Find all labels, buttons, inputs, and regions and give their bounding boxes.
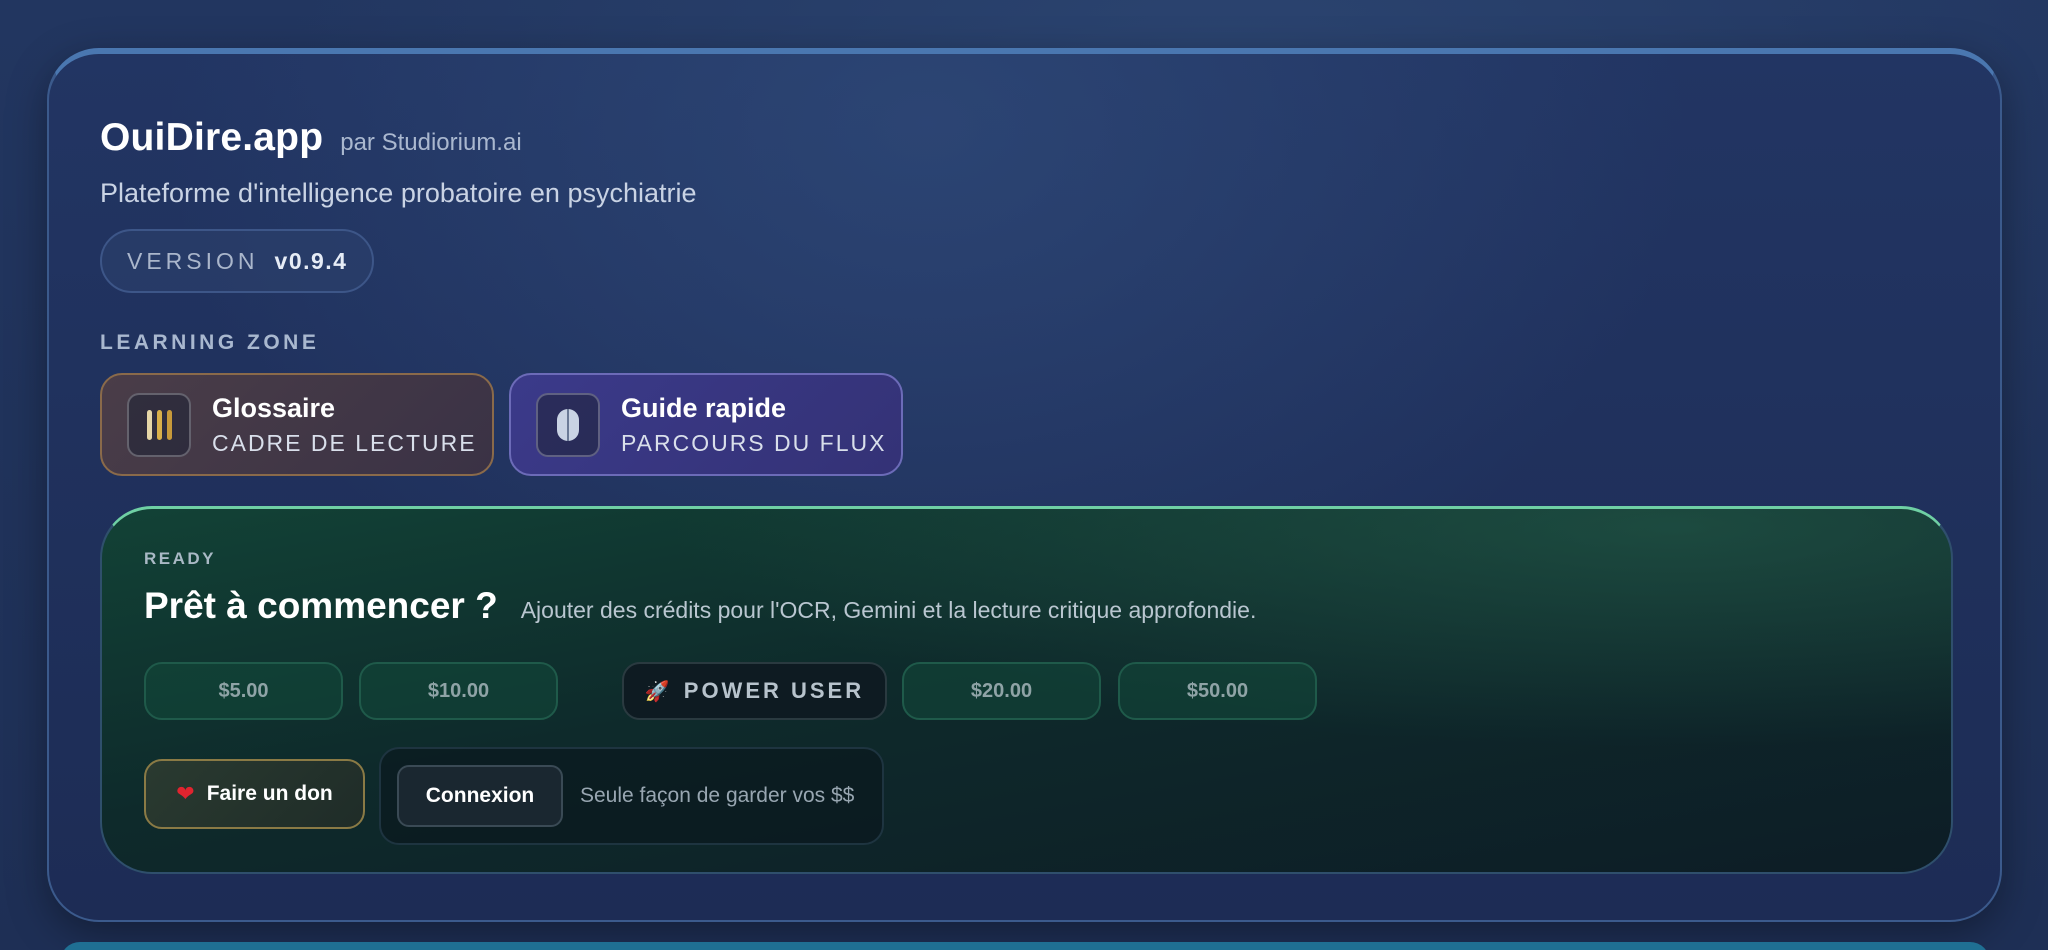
main-card: OuiDire.app par Studiorium.ai Plateforme…	[47, 48, 2002, 922]
quick-guide-card[interactable]: Guide rapide PARCOURS DU FLUX	[509, 373, 903, 476]
version-label: VERSION	[127, 247, 259, 274]
rocket-icon: 🚀	[644, 680, 670, 703]
app-byline: par Studiorium.ai	[340, 129, 522, 156]
quick-guide-title: Guide rapide	[621, 392, 787, 423]
bookshelf-icon	[127, 392, 191, 457]
amount-button-50[interactable]: $50.00	[1118, 662, 1317, 720]
next-card-edge	[60, 942, 1990, 950]
donate-label: Faire un don	[206, 782, 333, 805]
amount-button-20[interactable]: $20.00	[902, 662, 1101, 720]
app-title: OuiDire.app	[100, 116, 324, 159]
ready-title: Prêt à commencer ?	[144, 585, 498, 626]
glossary-subtitle: CADRE DE LECTURE	[212, 429, 477, 456]
power-user-label: POWER USER	[683, 678, 865, 703]
version-value: v0.9.4	[274, 247, 348, 274]
quick-guide-subtitle: PARCOURS DU FLUX	[621, 429, 887, 456]
glossary-title: Glossaire	[212, 392, 336, 423]
version-badge: VERSION v0.9.4	[100, 229, 375, 293]
learning-zone-label: LEARNING ZONE	[100, 331, 320, 354]
ready-panel: READY Prêt à commencer ? Ajouter des cré…	[100, 506, 1953, 874]
ready-header: Prêt à commencer ? Ajouter des crédits p…	[144, 585, 1256, 627]
ready-tag: READY	[144, 549, 217, 568]
login-hint: Seule façon de garder vos $$	[580, 784, 855, 807]
login-button[interactable]: Connexion	[397, 765, 563, 827]
amount-button-10[interactable]: $10.00	[359, 662, 558, 720]
login-group: Connexion Seule façon de garder vos $$	[379, 747, 884, 845]
heart-icon: ❤	[176, 781, 195, 806]
app-subtitle: Plateforme d'intelligence probatoire en …	[100, 178, 697, 208]
ready-description: Ajouter des crédits pour l'OCR, Gemini e…	[520, 597, 1257, 623]
power-user-button[interactable]: 🚀 POWER USER	[622, 662, 887, 720]
amount-button-5[interactable]: $5.00	[144, 662, 343, 720]
glossary-card[interactable]: Glossaire CADRE DE LECTURE	[100, 373, 494, 476]
title-row: OuiDire.app par Studiorium.ai	[100, 116, 522, 160]
donate-button[interactable]: ❤ Faire un don	[144, 759, 365, 829]
capsule-icon	[536, 392, 600, 457]
